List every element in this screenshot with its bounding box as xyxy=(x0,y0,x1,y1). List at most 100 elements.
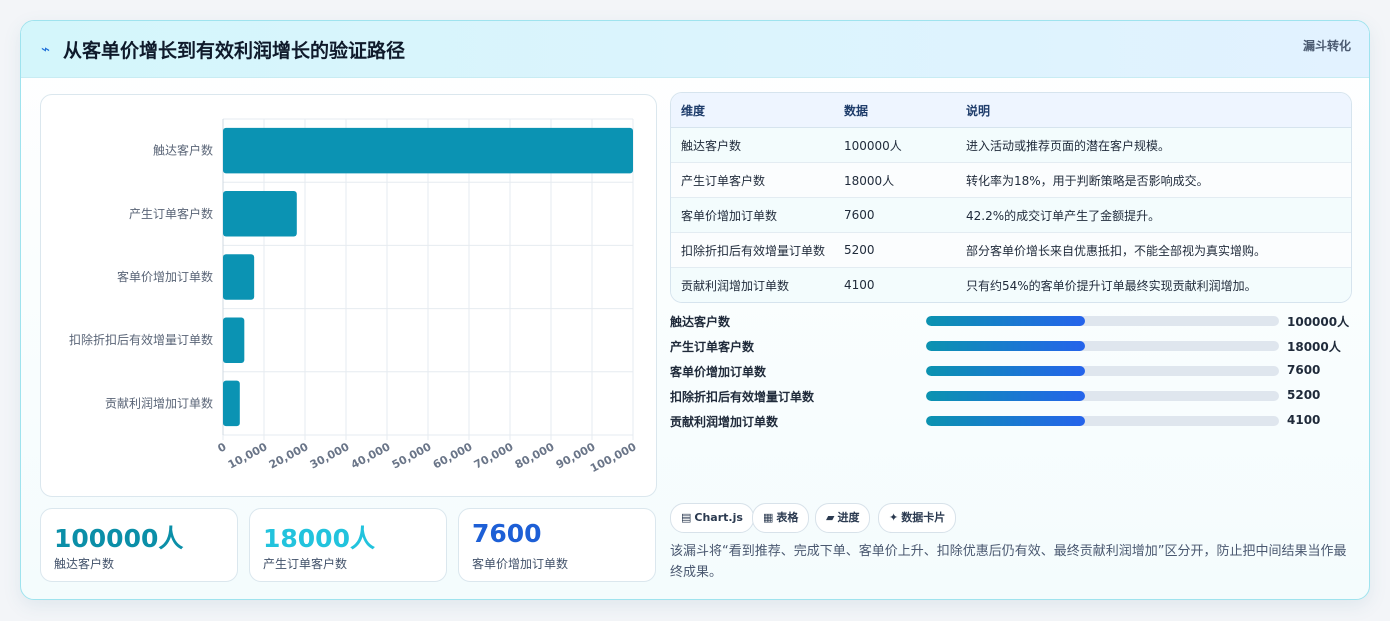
table-cell: 4100 xyxy=(834,267,956,302)
bar xyxy=(223,317,245,363)
table-cell: 42.2%的成交订单产生了金额提升。 xyxy=(956,197,1351,233)
kpi-value: 7600 xyxy=(472,519,542,548)
y-category-label: 扣除折扣后有效增量订单数 xyxy=(69,332,213,347)
progress-fill xyxy=(926,416,1085,426)
pill-label: 表格 xyxy=(776,511,799,524)
progress-label: 贡献利润增加订单数 xyxy=(670,415,779,429)
progress-track xyxy=(926,341,1279,351)
kpi-value: 100000人 xyxy=(54,524,184,553)
table-icon: ▦ xyxy=(763,511,774,524)
table-cell: 扣除折扣后有效增量订单数 xyxy=(671,232,834,268)
kpi-label: 产生订单客户数 xyxy=(263,557,348,571)
pill-label: Chart.js xyxy=(694,511,743,524)
pill-chartjs[interactable]: ▤ Chart.js xyxy=(670,503,754,533)
progress-value: 4100 xyxy=(1287,413,1321,427)
bar xyxy=(223,191,297,237)
x-tick-label: 100,000 xyxy=(588,440,639,475)
x-tick-label: 20,000 xyxy=(267,440,311,472)
pill-table[interactable]: ▦ 表格 xyxy=(752,503,810,533)
column-header: 数据 xyxy=(834,93,956,128)
bar xyxy=(223,127,633,174)
lightning-icon: ⌁ xyxy=(41,40,51,58)
column-header: 说明 xyxy=(956,93,1351,128)
kpi-label: 触达客户数 xyxy=(54,557,115,571)
header-tag: 漏斗转化 xyxy=(1302,39,1351,53)
x-tick-label: 60,000 xyxy=(431,440,475,472)
kpi-value: 18000人 xyxy=(263,524,375,553)
kpi-card-orders: 18000人 产生订单客户数 xyxy=(249,508,447,582)
progress-value: 18000人 xyxy=(1287,340,1341,354)
progress-fill xyxy=(926,366,1085,376)
table-header-row: 维度 数据 说明 xyxy=(671,93,1351,128)
chart-icon: ▤ xyxy=(681,511,692,524)
x-tick-label: 40,000 xyxy=(349,440,393,472)
progress-label: 触达客户数 xyxy=(670,315,731,329)
progress-value: 5200 xyxy=(1287,388,1321,402)
column-header: 维度 xyxy=(671,93,834,128)
card-header: ⌁ 从客单价增长到有效利润增长的验证路径 漏斗转化 xyxy=(21,21,1369,78)
progress-icon: ▰ xyxy=(826,511,835,524)
table-cell: 转化率为18%，用于判断策略是否影响成交。 xyxy=(956,162,1351,198)
sparkle-icon: ✦ xyxy=(889,511,899,524)
funnel-chart-panel: 0 10,000 20,000 30,000 40,000 50,000 60,000 70,… xyxy=(40,94,657,497)
progress-track xyxy=(926,366,1279,376)
bar xyxy=(223,254,255,300)
kpi-card-reach: 100000人 触达客户数 xyxy=(40,508,238,582)
y-category-label: 产生订单客户数 xyxy=(129,206,213,221)
progress-row: 扣除折扣后有效增量订单数 5200 xyxy=(670,386,1350,406)
y-category-label: 贡献利润增加订单数 xyxy=(105,395,213,410)
table-cell: 触达客户数 xyxy=(671,127,834,163)
y-category-label: 客单价增加订单数 xyxy=(117,269,213,284)
table-cell: 部分客单价增长来自优惠抵扣，不能全部视为真实增购。 xyxy=(956,232,1351,268)
kpi-card-aov-orders: 7600 客单价增加订单数 xyxy=(458,508,656,582)
x-tick-label: 10,000 xyxy=(226,440,270,472)
x-tick-label: 80,000 xyxy=(513,440,557,472)
y-category-label: 触达客户数 xyxy=(153,143,213,158)
progress-row: 产生订单客户数 18000人 xyxy=(670,336,1350,356)
data-table-panel: 维度 数据 说明 触达客户数 100000人 进入活动或推荐页面的潜在客户规模。… xyxy=(670,92,1352,303)
kpi-label: 客单价增加订单数 xyxy=(472,557,569,571)
progress-row: 贡献利润增加订单数 4100 xyxy=(670,411,1350,431)
progress-value: 7600 xyxy=(1287,363,1321,377)
page-title: 从客单价增长到有效利润增长的验证路径 xyxy=(63,40,406,62)
pill-label: 数据卡片 xyxy=(901,511,946,524)
progress-track xyxy=(926,416,1279,426)
table-row: 触达客户数 100000人 进入活动或推荐页面的潜在客户规模。 xyxy=(671,127,1351,163)
table-cell: 5200 xyxy=(834,232,956,268)
pill-data-card[interactable]: ✦ 数据卡片 xyxy=(878,503,957,533)
dashboard-card: ⌁ 从客单价增长到有效利润增长的验证路径 漏斗转化 0 10,000 20,000 3… xyxy=(20,20,1370,600)
progress-fill xyxy=(926,391,1085,401)
progress-row: 客单价增加订单数 7600 xyxy=(670,361,1350,381)
bar xyxy=(223,380,240,427)
progress-label: 客单价增加订单数 xyxy=(670,365,767,379)
x-tick-label: 0 xyxy=(216,440,229,455)
x-tick-label: 50,000 xyxy=(390,440,434,472)
progress-label: 产生订单客户数 xyxy=(670,340,755,354)
table-row: 扣除折扣后有效增量订单数 5200 部分客单价增长来自优惠抵扣，不能全部视为真实… xyxy=(671,232,1351,268)
x-tick-label: 30,000 xyxy=(308,440,352,472)
table-row: 客单价增加订单数 7600 42.2%的成交订单产生了金额提升。 xyxy=(671,197,1351,233)
table-cell: 贡献利润增加订单数 xyxy=(671,267,834,302)
pill-progress[interactable]: ▰ 进度 xyxy=(815,503,871,533)
progress-track xyxy=(926,391,1279,401)
progress-row: 触达客户数 100000人 xyxy=(670,311,1350,331)
table-row: 产生订单客户数 18000人 转化率为18%，用于判断策略是否影响成交。 xyxy=(671,162,1351,198)
table-cell: 18000人 xyxy=(834,162,956,198)
data-table: 维度 数据 说明 触达客户数 100000人 进入活动或推荐页面的潜在客户规模。… xyxy=(671,93,1351,302)
progress-label: 扣除折扣后有效增量订单数 xyxy=(670,390,815,404)
table-cell: 产生订单客户数 xyxy=(671,162,834,198)
table-cell: 100000人 xyxy=(834,127,956,163)
x-tick-label: 70,000 xyxy=(472,440,516,472)
table-cell: 只有约54%的客单价提升订单最终实现贡献利润增加。 xyxy=(956,267,1351,302)
table-cell: 客单价增加订单数 xyxy=(671,197,834,233)
progress-value: 100000人 xyxy=(1287,315,1350,329)
pill-label: 进度 xyxy=(837,511,860,524)
footnote: 该漏斗将“看到推荐、完成下单、客单价上升、扣除优惠后仍有效、最终贡献利润增加”区… xyxy=(670,544,1347,580)
progress-fill xyxy=(926,341,1085,351)
table-cell: 7600 xyxy=(834,197,956,233)
progress-fill xyxy=(926,316,1085,326)
progress-track xyxy=(926,316,1279,326)
table-row: 贡献利润增加订单数 4100 只有约54%的客单价提升订单最终实现贡献利润增加。 xyxy=(671,267,1351,302)
funnel-bar-chart: 010,00020,00030,00040,00050,00060,00070,… xyxy=(69,118,639,475)
table-cell: 进入活动或推荐页面的潜在客户规模。 xyxy=(956,127,1351,163)
